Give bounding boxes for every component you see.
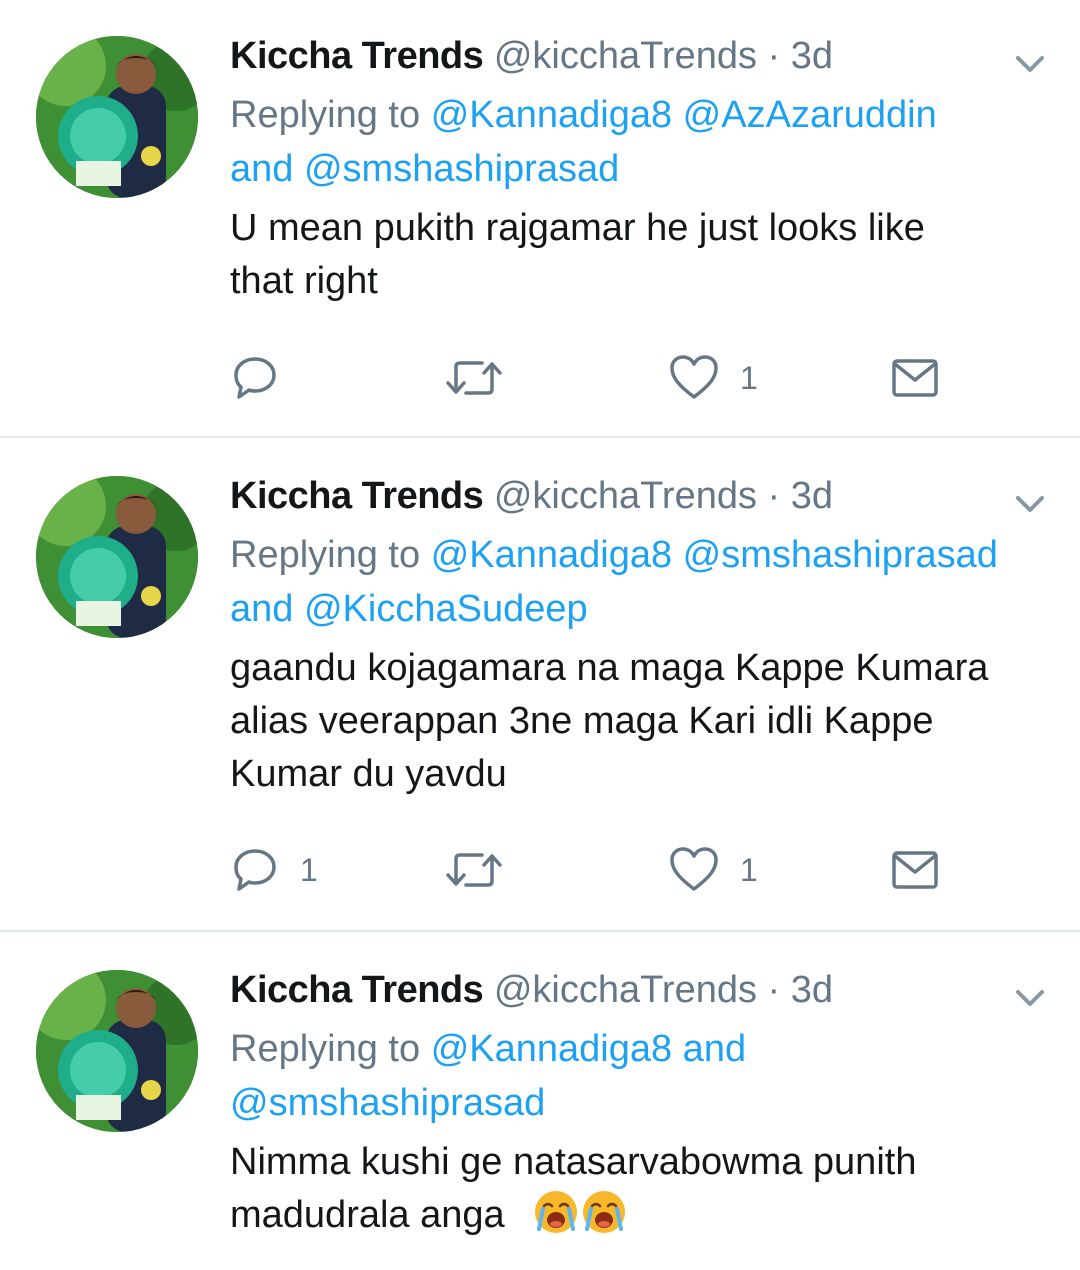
handle[interactable]: @kicchaTrends [494,35,757,77]
chevron-down-icon[interactable] [1010,44,1050,84]
retweet-button[interactable] [444,348,524,408]
replying-to: Replying to @Kannadiga8 @smshashiprasad … [230,528,1050,636]
reply-mentions-and: and [230,148,294,190]
reply-mentions[interactable]: @Kannadiga8 and [431,1028,746,1070]
tweet-header: Kiccha Trends @kicchaTrends · 3d [230,968,1050,1012]
reply-mentions[interactable]: @Kannadiga8 @AzAzaruddin [431,94,937,136]
replying-to: Replying to @Kannadiga8 @AzAzaruddin and… [230,88,1050,196]
replying-to: Replying to @Kannadiga8 and @smshashipra… [230,1022,1050,1130]
like-icon [670,355,718,399]
direct-message-button[interactable] [890,348,940,408]
reply-mention[interactable]: @smshashiprasad [230,1082,545,1124]
tweet-actions: 1 [230,348,1050,408]
timestamp[interactable]: · 3d [768,35,833,77]
reply-icon [234,849,276,891]
retweet-icon [446,361,502,395]
timestamp[interactable]: · 3d [768,969,833,1011]
like-count: 1 [740,851,758,888]
crying-face-emoji [535,1191,578,1233]
timestamp[interactable]: · 3d [768,475,833,517]
reply-count: 1 [300,851,318,888]
reply-mentions[interactable]: @Kannadiga8 @smshashiprasad [431,534,998,576]
reply-button[interactable] [230,348,300,408]
tweet-header: Kiccha Trends @kicchaTrends · 3d [230,34,1050,78]
divider [0,930,1080,932]
reply-mention[interactable]: @KicchaSudeep [304,588,588,630]
chevron-down-icon[interactable] [1010,978,1050,1018]
crying-face-emoji [583,1191,626,1233]
replying-to-label: Replying to [230,534,421,576]
like-button[interactable]: 1 [668,348,758,408]
replying-to-label: Replying to [230,94,421,136]
replying-to-label: Replying to [230,1028,421,1070]
display-name[interactable]: Kiccha Trends [230,475,484,517]
avatar[interactable] [36,476,198,638]
like-icon [670,847,718,891]
retweet-icon [446,853,502,887]
reply-icon [234,357,276,399]
direct-message-icon [892,851,938,889]
reply-mentions-and: and [230,588,294,630]
handle[interactable]: @kicchaTrends [494,969,757,1011]
like-count: 1 [740,359,758,396]
tweet-header: Kiccha Trends @kicchaTrends · 3d [230,474,1050,518]
display-name[interactable]: Kiccha Trends [230,969,484,1011]
retweet-button[interactable] [444,840,524,900]
like-button[interactable]: 1 [668,840,758,900]
display-name[interactable]: Kiccha Trends [230,35,484,77]
chevron-down-icon[interactable] [1010,484,1050,524]
tweet-actions: 1 1 [230,840,1050,900]
tweet-text: Nimma kushi ge natasarvabowma punith mad… [230,1136,990,1242]
avatar[interactable] [36,970,198,1132]
handle[interactable]: @kicchaTrends [494,475,757,517]
direct-message-button[interactable] [890,840,940,900]
direct-message-icon [892,359,938,397]
avatar[interactable] [36,36,198,198]
reply-button[interactable]: 1 [230,840,318,900]
tweet-text: gaandu kojagamara na maga Kappe Kumara a… [230,647,989,795]
tweet-text: U mean pukith rajgamar he just looks lik… [230,207,925,302]
divider [0,436,1080,438]
reply-mention[interactable]: @smshashiprasad [304,148,619,190]
